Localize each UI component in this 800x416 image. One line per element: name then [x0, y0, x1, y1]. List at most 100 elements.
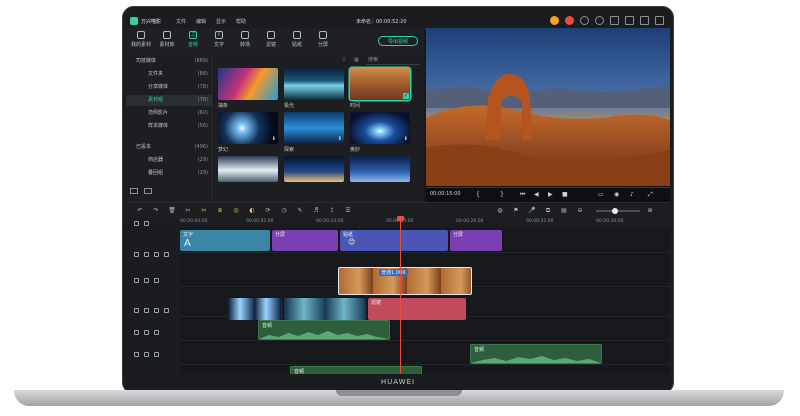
- media-thumb-city[interactable]: [284, 156, 344, 182]
- media-thumb-mystery[interactable]: ⬇: [350, 112, 410, 144]
- track-visible-icon[interactable]: [164, 252, 169, 257]
- adjust-icon[interactable]: ☰: [344, 207, 352, 215]
- menu-edit[interactable]: 编辑: [196, 18, 206, 25]
- track-mute-icon[interactable]: [144, 278, 149, 283]
- media-thumb-sky[interactable]: [350, 156, 410, 182]
- minimize-icon[interactable]: [625, 16, 634, 25]
- audio-mix-icon[interactable]: ♬: [312, 207, 320, 215]
- audio-clip[interactable]: 音频: [258, 320, 390, 340]
- track-volume-icon[interactable]: [154, 330, 159, 335]
- media-thumb-aurora[interactable]: [284, 68, 344, 100]
- track-lock-icon[interactable]: [134, 352, 139, 357]
- volume-icon[interactable]: ♪: [630, 191, 634, 198]
- crop-icon[interactable]: ⧈: [216, 207, 224, 215]
- close-icon[interactable]: [655, 16, 664, 25]
- media-thumb-mountain[interactable]: [218, 156, 278, 182]
- fullscreen-icon[interactable]: ⤢: [648, 191, 653, 199]
- download-icon[interactable]: ⬇: [272, 136, 276, 142]
- sidebar-item[interactable]: 叠回组 (29): [126, 168, 212, 179]
- feedback-icon[interactable]: [610, 16, 619, 25]
- tab-splitscreen[interactable]: 分屏: [310, 31, 336, 48]
- split-clip[interactable]: 分屏: [450, 230, 502, 251]
- timeline-ruler[interactable]: 00:00:00:00 00:00:05:00 00:00:10:00 00:0…: [180, 218, 670, 228]
- mic-icon[interactable]: 🎤: [528, 207, 536, 215]
- play-icon[interactable]: ▶: [548, 191, 553, 198]
- prev-frame-icon[interactable]: ⏮: [520, 191, 525, 199]
- user-icon[interactable]: [580, 16, 589, 25]
- tab-audio[interactable]: ♫ 音频: [180, 31, 206, 48]
- sidebar-item[interactable]: 范例影片 (60): [126, 108, 212, 119]
- tab-my-media[interactable]: 我的素材: [128, 31, 154, 48]
- cut-icon[interactable]: ✂: [200, 207, 208, 215]
- snapshot-icon[interactable]: ◉: [614, 191, 619, 198]
- media-thumb-dream[interactable]: ⬇: [218, 112, 278, 144]
- zoom-slider[interactable]: [596, 208, 640, 214]
- grid-view-icon[interactable]: ▦: [354, 57, 359, 63]
- mark-out-icon[interactable]: }: [500, 191, 504, 198]
- link-icon[interactable]: [144, 221, 149, 226]
- text-clip[interactable]: 文字 A: [180, 230, 270, 251]
- sidebar-item[interactable]: 样本媒体 (56): [126, 121, 212, 132]
- delete-icon[interactable]: 🗑: [168, 207, 176, 215]
- search-input[interactable]: 搜索: [366, 56, 420, 65]
- sidebar-item[interactable]: 分享媒体 (78): [126, 82, 212, 93]
- track-volume-icon[interactable]: [154, 352, 159, 357]
- timeline-playhead[interactable]: [397, 216, 404, 374]
- menu-view[interactable]: 显示: [216, 18, 226, 25]
- settings-icon[interactable]: [595, 16, 604, 25]
- split-clip[interactable]: 分屏: [272, 230, 338, 251]
- export-frame-icon[interactable]: ⇪: [328, 207, 336, 215]
- tab-library[interactable]: 素材库: [154, 31, 180, 48]
- color-icon[interactable]: ◐: [248, 207, 256, 215]
- media-thumb-explore[interactable]: ⬇: [284, 112, 344, 144]
- media-thumb-abstract[interactable]: [218, 68, 278, 100]
- pen-icon[interactable]: ✎: [296, 207, 304, 215]
- menu-file[interactable]: 文件: [176, 18, 186, 25]
- sticker-clip[interactable]: 贴纸 😊: [340, 230, 448, 251]
- zoom-slider-knob[interactable]: [612, 208, 618, 214]
- track-eye-icon[interactable]: [154, 252, 159, 257]
- track-visible-icon[interactable]: [164, 308, 169, 313]
- undo-icon[interactable]: ↶: [136, 207, 144, 215]
- speed-icon[interactable]: ◎: [232, 207, 240, 215]
- track-lock-icon[interactable]: [134, 252, 139, 257]
- track-lock-icon[interactable]: [134, 308, 139, 313]
- layers-icon[interactable]: ▤: [560, 207, 568, 215]
- sidebar-group-media[interactable]: 司技媒体 (889): [126, 56, 212, 67]
- tab-filter[interactable]: 滤镜: [258, 31, 284, 48]
- stop-icon[interactable]: ■: [562, 191, 568, 198]
- export-button[interactable]: 导出视频: [378, 36, 418, 46]
- redo-icon[interactable]: ↷: [152, 207, 160, 215]
- sidebar-item-active[interactable]: 素材组 (78): [126, 95, 212, 106]
- add-track-icon[interactable]: [134, 221, 139, 226]
- download-icon[interactable]: ⬇: [338, 136, 342, 142]
- split-icon[interactable]: ✂: [184, 207, 192, 215]
- step-back-icon[interactable]: ◀: [534, 191, 539, 198]
- notification-icon[interactable]: [565, 16, 574, 25]
- sidebar-group-project[interactable]: 已投本 (496): [126, 142, 212, 153]
- marker-icon[interactable]: ⚑: [512, 207, 520, 215]
- track-eye-icon[interactable]: [154, 308, 159, 313]
- sidebar-item[interactable]: 商店器 (29): [126, 155, 212, 166]
- snap-icon[interactable]: ⧉: [544, 207, 552, 215]
- display-icon[interactable]: ▭: [598, 191, 604, 198]
- zoom-out-icon[interactable]: ⊖: [576, 207, 584, 215]
- tab-text[interactable]: T 文字: [206, 31, 232, 48]
- audio-clip[interactable]: 音频: [470, 344, 602, 364]
- tab-transition[interactable]: 转场: [232, 31, 258, 48]
- maximize-icon[interactable]: [640, 16, 649, 25]
- render-icon[interactable]: ◍: [496, 207, 504, 215]
- media-thumb-time[interactable]: ✓: [350, 68, 410, 100]
- track-lock-icon[interactable]: [134, 330, 139, 335]
- track-eye-icon[interactable]: [154, 278, 159, 283]
- track-lock-icon[interactable]: [134, 278, 139, 283]
- vip-icon[interactable]: [550, 16, 559, 25]
- audio-clip[interactable]: 音频: [290, 366, 422, 374]
- filter-icon[interactable]: ▽: [342, 57, 346, 63]
- new-folder-icon[interactable]: [130, 188, 138, 194]
- timer-icon[interactable]: ◷: [280, 207, 288, 215]
- track-music-icon[interactable]: [144, 352, 149, 357]
- tab-sticker[interactable]: 贴纸: [284, 31, 310, 48]
- track-mute-icon[interactable]: [144, 252, 149, 257]
- sidebar-item[interactable]: 文件夹 (88): [126, 69, 212, 80]
